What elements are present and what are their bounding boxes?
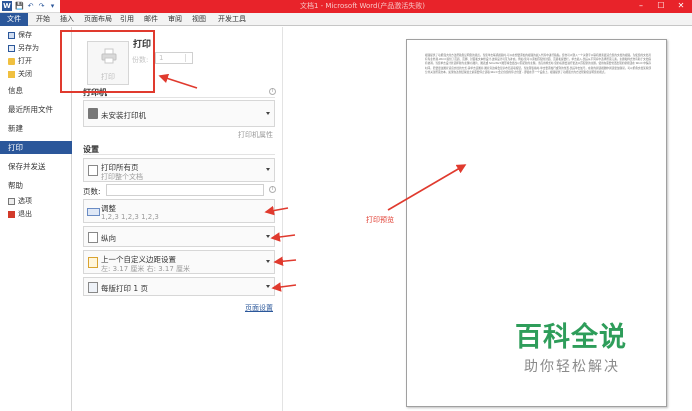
arrow-to-pages-per-sheet	[271, 282, 297, 292]
word-backstage-window: W 💾 ↶ ↷ ▾ 文档1 - Microsoft Word(产品激活失败) –…	[0, 0, 692, 411]
annotation-arrows	[158, 73, 467, 292]
arrow-to-preview	[387, 164, 467, 211]
arrow-to-margins	[273, 256, 297, 267]
arrow-to-collate	[264, 205, 289, 216]
arrow-to-orientation	[270, 232, 296, 242]
arrow-to-print-button	[158, 73, 198, 89]
